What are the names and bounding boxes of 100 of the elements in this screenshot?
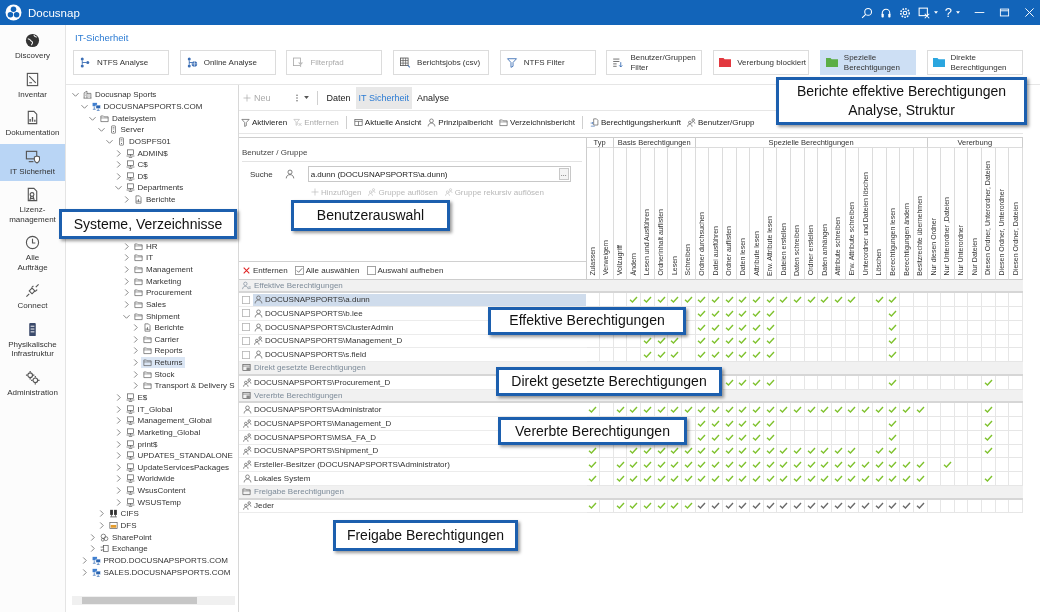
scrollbar-thumb[interactable]	[82, 597, 197, 604]
tree-item[interactable]: E$	[123, 392, 150, 403]
chevron-down-icon[interactable]	[106, 137, 113, 145]
chevron-right-icon[interactable]	[114, 394, 122, 401]
tree-item[interactable]: Sales	[132, 298, 168, 310]
tree-item[interactable]: Management_Global	[123, 415, 214, 427]
ribbon-button[interactable]: NTFS Filter	[499, 50, 596, 75]
tree-item[interactable]: Transport & Delivery S	[140, 380, 237, 392]
caret-icon[interactable]	[303, 96, 309, 99]
tree-item[interactable]: Procurement	[132, 287, 194, 299]
chevron-right-icon[interactable]	[80, 556, 88, 564]
tree-item[interactable]: UpdateServicesPackages	[123, 461, 232, 473]
chevron-right-icon[interactable]	[97, 522, 105, 530]
nav-item[interactable]: Physikalische Infrastruktur	[0, 316, 65, 364]
chevron-right-icon[interactable]	[114, 161, 122, 169]
tree-item[interactable]: Worldwide	[123, 473, 177, 485]
chevron-down-icon[interactable]	[97, 126, 105, 134]
tree-item[interactable]: Docusnap Sports	[81, 89, 159, 101]
principal-item[interactable]: DOCUSNAPSPORTS\s.field	[253, 348, 369, 361]
chevron-right-icon[interactable]	[114, 452, 122, 460]
chevron-right-icon[interactable]	[131, 324, 139, 332]
chevron-down-icon[interactable]	[72, 91, 79, 99]
chevron-right-icon[interactable]	[114, 405, 122, 413]
close-icon[interactable]	[1024, 7, 1035, 18]
chevron-right-icon[interactable]	[89, 545, 96, 553]
nav-item[interactable]: Connect	[0, 278, 65, 316]
chevron-right-icon[interactable]	[114, 440, 122, 448]
tree-item[interactable]: Marketing	[132, 275, 184, 287]
principal-item[interactable]: DOCUSNAPSPORTS\Administrator	[242, 403, 384, 416]
tree-item[interactable]: Exchange	[98, 543, 150, 555]
caret-icon[interactable]	[956, 11, 960, 14]
ribbon-button[interactable]: Berichtsjobs (csv)	[393, 50, 490, 75]
tab[interactable]: Analyse	[413, 86, 452, 109]
toolbar-button[interactable]: Verzeichnisbericht	[499, 117, 575, 127]
toolbar-button[interactable]: Benutzer/Grupp	[687, 117, 755, 127]
nav-item[interactable]: Administration	[0, 364, 65, 402]
principal-item[interactable]: DOCUSNAPSPORTS\Procurement_D	[242, 376, 393, 389]
tree-item[interactable]: print$	[123, 438, 160, 450]
checkbox[interactable]	[242, 309, 250, 318]
checkbox[interactable]	[242, 350, 250, 359]
tree-item[interactable]: SharePoint	[98, 531, 154, 543]
nav-item[interactable]: IT Sicherheit	[0, 143, 65, 181]
settings-icon[interactable]	[898, 6, 911, 19]
tree-item[interactable]: IT	[132, 252, 156, 264]
tree-item[interactable]: DFS	[106, 520, 139, 532]
window-cross-icon[interactable]	[917, 6, 930, 19]
tree-item[interactable]: Marketing_Global	[123, 426, 203, 438]
caret-icon[interactable]	[933, 11, 938, 14]
chevron-right-icon[interactable]	[131, 370, 139, 378]
checkbox[interactable]	[242, 295, 250, 304]
ribbon-button[interactable]: Online Analyse	[179, 50, 276, 75]
chevron-right-icon[interactable]	[123, 242, 130, 250]
tree-item[interactable]: IT_Global	[123, 403, 175, 415]
principal-item[interactable]: DOCUSNAPSPORTS\Management_D	[253, 334, 405, 347]
chevron-right-icon[interactable]	[123, 265, 130, 273]
principal-item[interactable]: DOCUSNAPSPORTS\b.lee	[253, 307, 365, 320]
checkbox[interactable]	[242, 336, 250, 345]
chevron-right-icon[interactable]	[123, 254, 130, 262]
nav-item[interactable]: Inventar	[0, 66, 65, 104]
principal-item[interactable]: Lokales System	[242, 472, 313, 485]
chevron-right-icon[interactable]	[114, 463, 122, 471]
chevron-right-icon[interactable]	[80, 568, 88, 576]
ribbon-button[interactable]: Benutzer/Gruppen Filter	[606, 50, 703, 75]
chevron-right-icon[interactable]	[114, 475, 122, 483]
tree-item[interactable]: Reports	[140, 345, 185, 357]
principal-item[interactable]: DOCUSNAPSPORTS\Shipment_D	[242, 444, 381, 457]
tree-item[interactable]: DOCUSNAPSPORTS.COM	[89, 100, 205, 112]
tree-item[interactable]: ADMIN$	[123, 147, 170, 159]
chevron-right-icon[interactable]	[114, 498, 122, 506]
chevron-right-icon[interactable]	[114, 487, 122, 495]
nav-item[interactable]: Discovery	[0, 28, 65, 66]
chevron-down-icon[interactable]	[89, 114, 96, 122]
help-button[interactable]: ?	[944, 5, 952, 20]
chevron-right-icon[interactable]	[97, 510, 105, 518]
headset-icon[interactable]	[879, 6, 892, 19]
tree-item[interactable]: PROD.DOCUSNAPSPORTS.COM	[89, 554, 230, 566]
chevron-right-icon[interactable]	[123, 196, 130, 204]
principal-item[interactable]: DOCUSNAPSPORTS\ClusterAdmin	[253, 321, 396, 334]
chevron-right-icon[interactable]	[123, 289, 130, 297]
tree-item[interactable]: Stock	[140, 368, 177, 380]
chevron-right-icon[interactable]	[114, 172, 122, 180]
tree-item[interactable]: HR	[132, 240, 160, 252]
chevron-right-icon[interactable]	[131, 335, 139, 343]
principal-item[interactable]: Ersteller-Besitzer (DOCUSNAPSPORTS\Administrator)	[242, 458, 452, 471]
chevron-right-icon[interactable]	[131, 359, 139, 367]
toolbar-button[interactable]: Berechtigungsherkunft	[589, 117, 681, 127]
ribbon-button[interactable]: Direkte Berechtigungen	[926, 50, 1023, 75]
tree-item[interactable]: Carrier	[140, 333, 181, 345]
list-action-button[interactable]: Auswahl aufheben	[366, 265, 444, 275]
tree-item[interactable]: WsusContent	[123, 485, 188, 497]
list-action-button[interactable]: Alle auswählen	[294, 265, 360, 275]
maximize-icon[interactable]	[999, 7, 1010, 18]
chevron-right-icon[interactable]	[131, 382, 139, 390]
chevron-down-icon[interactable]	[123, 312, 130, 320]
tree-item[interactable]: Berichte	[132, 194, 178, 206]
tree-item[interactable]: Dateisystem	[98, 112, 158, 124]
principal-item[interactable]: Jeder	[242, 499, 276, 512]
tab[interactable]: IT Sicherheit	[355, 86, 412, 109]
tab[interactable]: Daten	[323, 86, 354, 109]
ribbon-button[interactable]: Vererbung blockiert	[713, 50, 810, 75]
